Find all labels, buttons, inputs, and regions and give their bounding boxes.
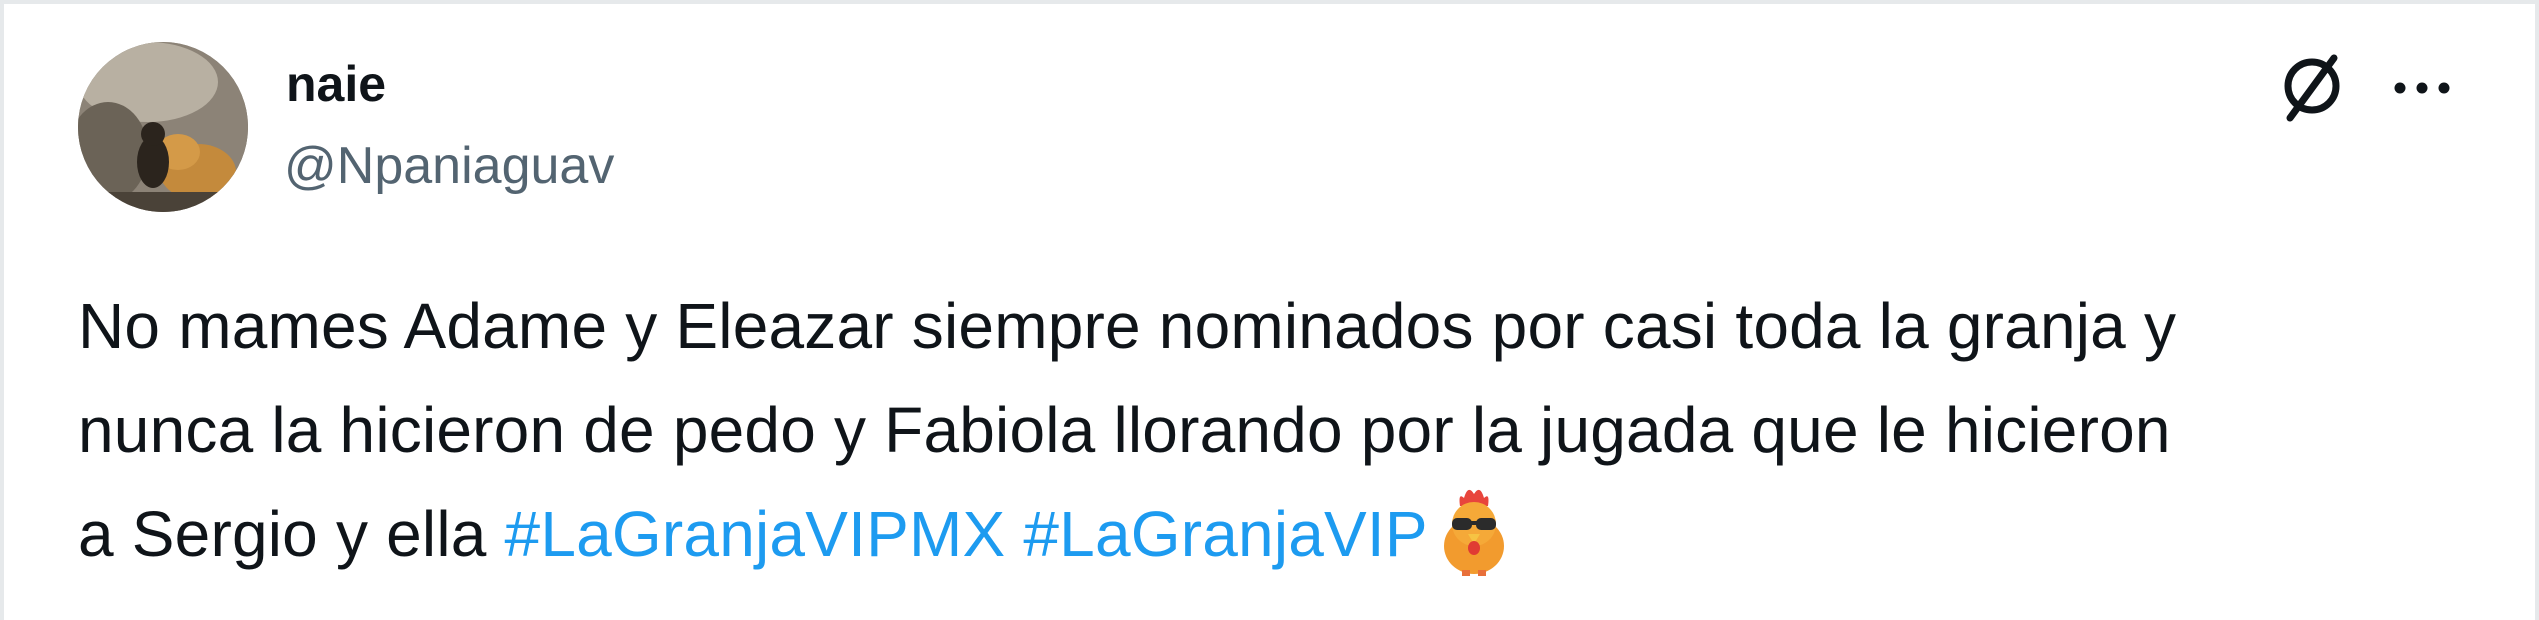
more-dots-icon[interactable] bbox=[2382, 48, 2462, 128]
hashtag-lagranjavip[interactable]: #LaGranjaVIP bbox=[1023, 498, 1427, 570]
avatar[interactable] bbox=[78, 42, 248, 212]
grok-icon[interactable] bbox=[2272, 48, 2352, 128]
tweet-card[interactable]: naie @Npaniaguav No mames Adame y Eleaza… bbox=[0, 0, 2539, 620]
hashtag-spacer bbox=[1005, 498, 1023, 570]
avatar-photo bbox=[78, 42, 248, 212]
hashtag-lagranjavipmx[interactable]: #LaGranjaVIPMX bbox=[505, 498, 1006, 570]
rooster-emoji-icon bbox=[1438, 484, 1510, 576]
tweet-text: No mames Adame y Eleazar siempre nominad… bbox=[78, 274, 2498, 586]
author-handle[interactable]: @Npaniaguav bbox=[284, 134, 614, 198]
author-display-name[interactable]: naie bbox=[286, 52, 386, 116]
